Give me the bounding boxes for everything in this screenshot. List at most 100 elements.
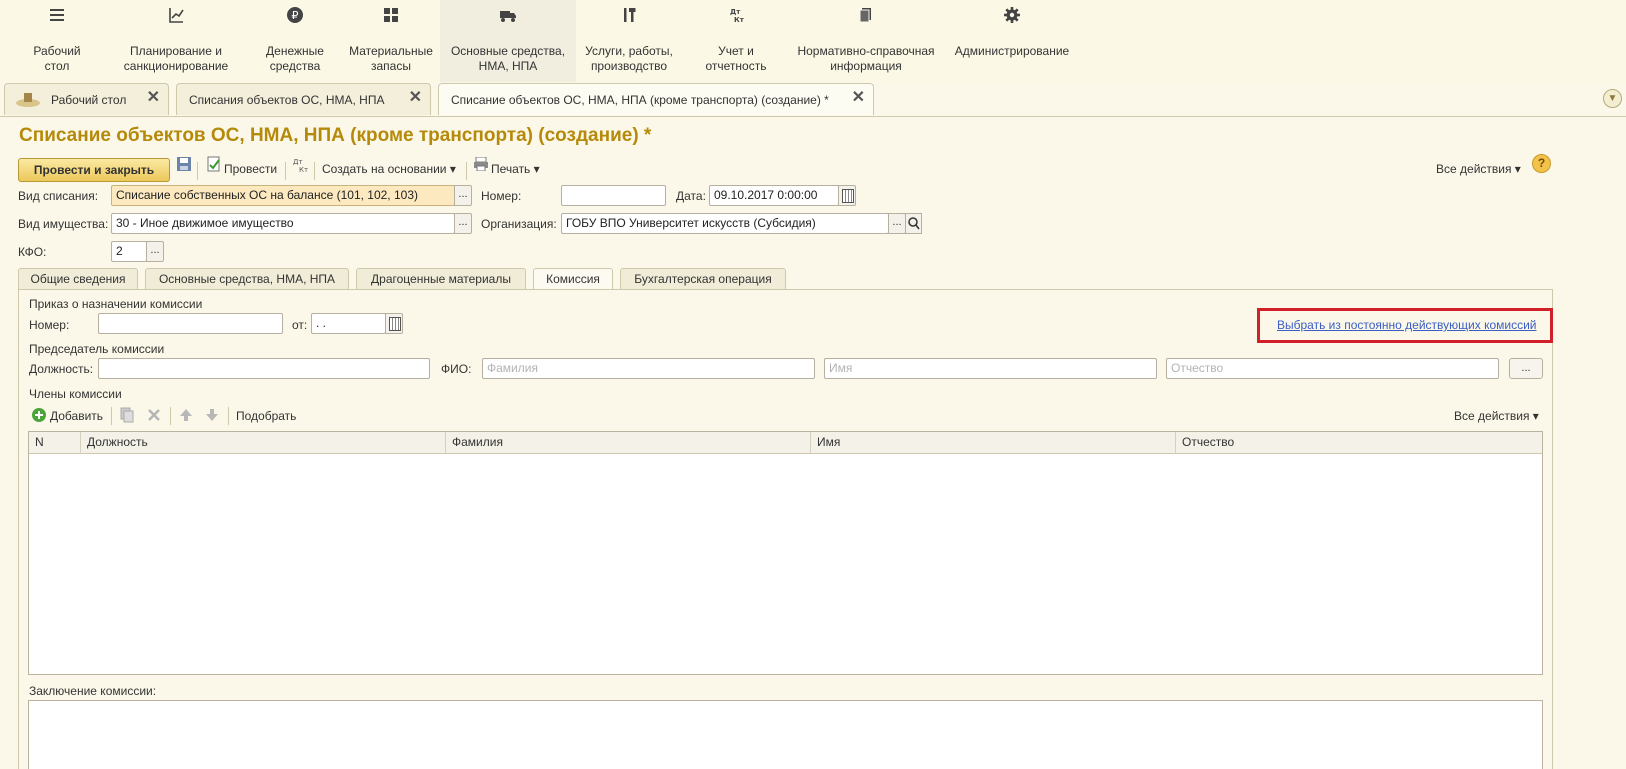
kfo-field[interactable]: 2 [111, 241, 147, 262]
ruble-icon: ₽ [287, 7, 303, 23]
toolbar-separator [285, 162, 286, 180]
dt-kt-icon[interactable]: ДтКт [292, 156, 310, 174]
section-services[interactable]: Услуги, работы, производство [577, 0, 681, 82]
section-fixed-assets[interactable]: Основные средства, НМА, НПА [440, 0, 576, 82]
kfo-select-button[interactable]: ... [146, 241, 164, 262]
delete-icon[interactable] [146, 407, 162, 423]
order-date-field[interactable]: . . [311, 313, 386, 334]
copy-icon[interactable] [119, 407, 135, 423]
print-button[interactable]: Печать ▾ [491, 162, 540, 176]
section-money[interactable]: ₽ Денежные средства [246, 0, 344, 82]
section-materials[interactable]: Материальные запасы [342, 0, 440, 82]
column-header-position[interactable]: Должность [81, 432, 446, 454]
tab-general[interactable]: Общие сведения [18, 268, 138, 290]
writeoff-type-label: Вид списания: [18, 189, 99, 203]
post-button[interactable]: Провести [224, 162, 277, 176]
svg-text:₽: ₽ [292, 9, 299, 22]
section-label: Услуги, работы, производство [585, 44, 673, 73]
property-type-label: Вид имущества: [18, 217, 109, 231]
chevron-down-icon[interactable]: ▼ [1603, 89, 1622, 108]
tab-writeoffs-list[interactable]: Списания объектов ОС, НМА, НПА ✕ [176, 83, 431, 115]
calendar-icon[interactable] [838, 185, 856, 206]
grid-icon [384, 8, 398, 22]
tab-fixed-assets[interactable]: Основные средства, НМА, НПА [145, 268, 349, 290]
svg-text:Дт: Дт [730, 8, 741, 16]
column-header-surname[interactable]: Фамилия [446, 432, 811, 454]
tab-writeoff-create[interactable]: Списание объектов ОС, НМА, НПА (кроме тр… [438, 83, 874, 115]
section-label: Администрирование [954, 44, 1070, 58]
tab-precious-materials[interactable]: Драгоценные материалы [356, 268, 526, 290]
close-icon[interactable]: ✕ [147, 90, 160, 106]
toolbar-separator [111, 407, 112, 425]
tab-label: Списания объектов ОС, НМА, НПА [189, 93, 385, 107]
pick-button[interactable]: Подобрать [236, 409, 296, 423]
tab-commission[interactable]: Комиссия [533, 268, 613, 291]
writeoff-type-field[interactable]: Списание собственных ОС на балансе (101,… [111, 185, 455, 206]
move-down-icon[interactable] [204, 407, 220, 423]
section-admin[interactable]: Администрирование [948, 0, 1076, 82]
section-planning[interactable]: Планирование и санкционирование [110, 0, 242, 82]
column-header-patronymic[interactable]: Отчество [1176, 432, 1542, 454]
calendar-icon[interactable] [385, 313, 403, 334]
section-label: Денежные средства [266, 44, 324, 73]
surname-placeholder: Фамилия [487, 361, 538, 375]
organization-field[interactable]: ГОБУ ВПО Университет искусств (Субсидия) [561, 213, 889, 234]
save-icon[interactable] [176, 156, 192, 172]
section-label: Рабочий стол [33, 44, 81, 73]
tab-accounting-operation[interactable]: Бухгалтерская операция [620, 268, 786, 290]
organization-select-button[interactable]: ... [888, 213, 906, 234]
section-label: Основные средства, НМА, НПА [450, 44, 566, 73]
toolbar-separator [466, 162, 467, 180]
property-type-select-button[interactable]: ... [454, 213, 472, 234]
select-chairman-button[interactable]: ... [1509, 358, 1543, 379]
property-type-field[interactable]: 30 - Иное движимое имущество [111, 213, 455, 234]
post-and-close-button[interactable]: Провести и закрыть [18, 158, 170, 182]
close-icon[interactable]: ✕ [852, 90, 865, 106]
help-icon[interactable]: ? [1532, 154, 1551, 173]
patronymic-field[interactable]: Отчество [1166, 358, 1499, 379]
position-field[interactable] [98, 358, 430, 379]
section-desktop[interactable]: Рабочий стол [8, 0, 106, 82]
section-accounting[interactable]: Дт Кт Учет и отчетность [688, 0, 784, 82]
window-tabs: Рабочий стол ✕ Списания объектов ОС, НМА… [0, 82, 1626, 117]
number-field[interactable] [561, 185, 666, 206]
table-header: N Должность Фамилия Имя Отчество [29, 432, 1542, 454]
writeoff-type-select-button[interactable]: ... [454, 185, 472, 206]
desktop-icon [16, 93, 40, 107]
page-title: Списание объектов ОС, НМА, НПА (кроме тр… [19, 125, 652, 146]
position-label: Должность: [29, 362, 94, 376]
column-header-n[interactable]: N [29, 432, 81, 454]
toolbar-separator [197, 162, 198, 180]
tools-icon [624, 8, 636, 22]
members-header: Члены комиссии [29, 387, 122, 401]
name-placeholder: Имя [829, 361, 853, 375]
members-all-actions-button[interactable]: Все действия ▾ [1454, 409, 1539, 423]
printer-icon [474, 157, 488, 171]
tab-desktop[interactable]: Рабочий стол ✕ [4, 83, 169, 115]
section-reference[interactable]: Нормативно-справочная информация [790, 0, 942, 82]
members-all-actions-label: Все действия [1454, 409, 1530, 423]
select-permanent-commission-link[interactable]: Выбрать из постоянно действующих комисси… [1277, 318, 1537, 332]
create-based-on-button[interactable]: Создать на основании ▾ [322, 162, 456, 176]
surname-field[interactable]: Фамилия [482, 358, 815, 379]
column-header-name[interactable]: Имя [811, 432, 1176, 454]
books-icon [859, 8, 871, 23]
close-icon[interactable]: ✕ [409, 90, 422, 106]
section-label: Материальные запасы [349, 44, 433, 73]
toolbar-separator [170, 407, 171, 425]
order-number-label: Номер: [29, 318, 70, 332]
add-member-button[interactable]: Добавить [50, 409, 103, 423]
date-field[interactable]: 09.10.2017 0:00:00 [709, 185, 839, 206]
all-actions-button[interactable]: Все действия ▾ [1436, 162, 1521, 176]
date-label: Дата: [676, 189, 706, 203]
members-table[interactable]: N Должность Фамилия Имя Отчество [28, 431, 1543, 675]
name-field[interactable]: Имя [824, 358, 1157, 379]
search-icon[interactable] [905, 213, 922, 234]
add-icon [32, 408, 46, 422]
kfo-label: КФО: [18, 245, 47, 259]
conclusion-field[interactable] [28, 700, 1543, 769]
conclusion-label: Заключение комиссии: [29, 684, 157, 698]
move-up-icon[interactable] [178, 407, 194, 423]
organization-label: Организация: [481, 217, 557, 231]
order-number-field[interactable] [98, 313, 283, 334]
